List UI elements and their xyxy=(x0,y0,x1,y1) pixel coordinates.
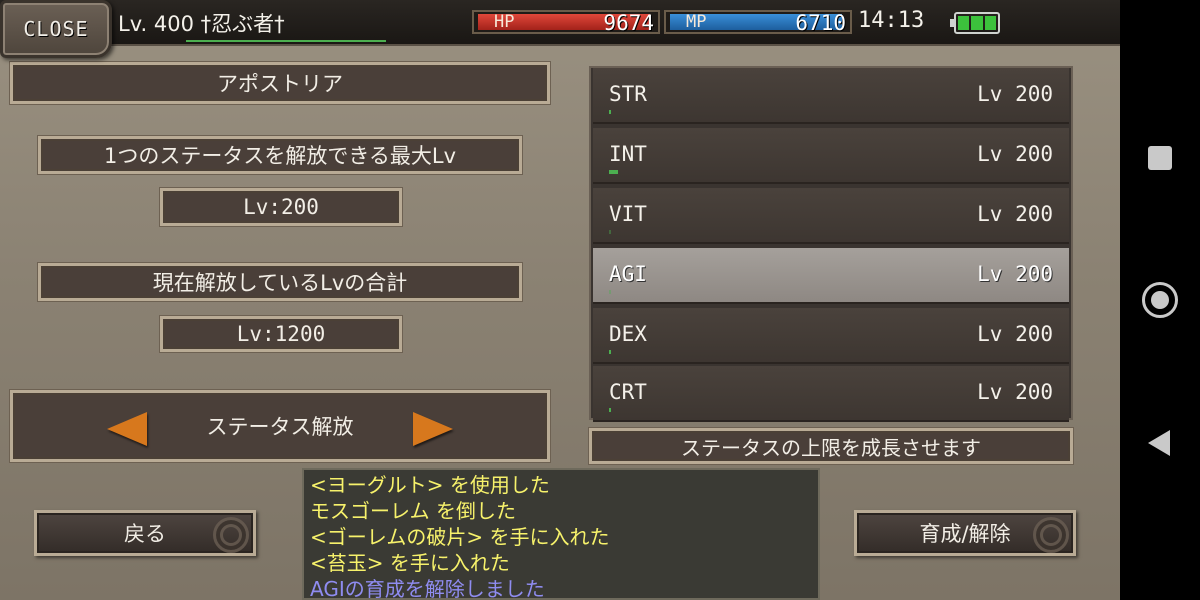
close-button[interactable]: CLOSE xyxy=(0,0,112,58)
log-line: <苔玉> を手に入れた xyxy=(310,551,510,575)
stat-row-dex[interactable]: DEX Lv 200 xyxy=(593,308,1069,364)
stat-progress-bar xyxy=(609,230,611,234)
screen-title: アポストリア xyxy=(10,62,550,104)
status-release-label: ステータス解放 xyxy=(206,415,354,439)
exp-bar xyxy=(186,40,386,42)
stat-name: AGI xyxy=(609,262,647,286)
stat-row-str[interactable]: STR Lv 200 xyxy=(593,68,1069,124)
hp-value: 9674 xyxy=(603,11,654,35)
close-label: CLOSE xyxy=(23,17,89,41)
stat-progress-bar xyxy=(609,408,611,412)
stat-level: Lv 200 xyxy=(977,82,1053,106)
stat-row-int[interactable]: INT Lv 200 xyxy=(593,128,1069,184)
stat-row-vit[interactable]: VIT Lv 200 xyxy=(593,188,1069,244)
stat-name: INT xyxy=(609,142,647,166)
stat-name: DEX xyxy=(609,322,647,346)
stat-progress-bar xyxy=(609,110,611,114)
swirl-ornament-icon xyxy=(1033,517,1069,553)
android-nav-bar xyxy=(1120,0,1200,600)
max-level-value: Lv:200 xyxy=(160,188,402,226)
mp-gauge: MP 6710 xyxy=(664,10,852,35)
stat-description: ステータスの上限を成長させます xyxy=(589,428,1073,464)
total-level-label: 現在解放しているLvの合計 xyxy=(38,263,522,301)
arrow-right-icon[interactable] xyxy=(413,412,453,446)
stat-level: Lv 200 xyxy=(977,142,1053,166)
stat-level: Lv 200 xyxy=(977,262,1053,286)
log-line: <ゴーレムの破片> を手に入れた xyxy=(310,525,610,549)
mp-label: MP xyxy=(686,12,707,32)
log-line: AGIの育成を解除しました xyxy=(310,577,545,600)
stat-row-crt[interactable]: CRT Lv 200 xyxy=(593,366,1069,422)
stat-level: Lv 200 xyxy=(977,380,1053,404)
status-bar: CLOSE Lv. 400 †忍ぶ者† HP 9674 MP 6710 14:1… xyxy=(0,0,1120,58)
home-circle-icon[interactable] xyxy=(1142,282,1178,318)
stat-progress-bar xyxy=(609,290,611,294)
back-button-label: 戻る xyxy=(124,522,166,546)
swirl-ornament-icon xyxy=(213,517,249,553)
stat-name: STR xyxy=(609,82,647,106)
hp-gauge: HP 9674 xyxy=(472,10,660,35)
stat-row-agi[interactable]: AGI Lv 200 xyxy=(593,248,1069,304)
total-level-value: Lv:1200 xyxy=(160,316,402,352)
back-triangle-icon[interactable] xyxy=(1148,430,1170,456)
train-release-button-label: 育成/解除 xyxy=(919,522,1011,546)
recents-square-icon[interactable] xyxy=(1148,146,1172,170)
stat-level: Lv 200 xyxy=(977,202,1053,226)
battery-icon xyxy=(950,12,1000,34)
stat-level: Lv 200 xyxy=(977,322,1053,346)
stat-progress-bar xyxy=(609,350,611,354)
hp-label: HP xyxy=(494,12,515,32)
log-line: <ヨーグルト> を使用した xyxy=(310,473,550,497)
arrow-left-icon[interactable] xyxy=(107,412,147,446)
exp-bar-fill xyxy=(186,40,386,42)
message-log: <ヨーグルト> を使用した モスゴーレム を倒した <ゴーレムの破片> を手に入れた… xyxy=(302,468,820,600)
stat-name: VIT xyxy=(609,202,647,226)
train-release-button[interactable]: 育成/解除 xyxy=(854,510,1076,556)
status-release-panel: ステータス解放 xyxy=(10,390,550,462)
log-line: モスゴーレム を倒した xyxy=(310,499,516,523)
mp-value: 6710 xyxy=(795,11,846,35)
player-level: Lv. 400 †忍ぶ者† xyxy=(118,12,285,36)
game-screen: CLOSE Lv. 400 †忍ぶ者† HP 9674 MP 6710 14:1… xyxy=(0,0,1120,600)
clock: 14:13 xyxy=(858,8,925,33)
stat-progress-bar xyxy=(609,170,618,174)
stat-list: STR Lv 200 INT Lv 200 VIT Lv 200 AGI Lv 200 DEX L… xyxy=(589,66,1073,422)
back-button[interactable]: 戻る xyxy=(34,510,256,556)
max-level-label: 1つのステータスを解放できる最大Lv xyxy=(38,136,522,174)
stat-name: CRT xyxy=(609,380,647,404)
